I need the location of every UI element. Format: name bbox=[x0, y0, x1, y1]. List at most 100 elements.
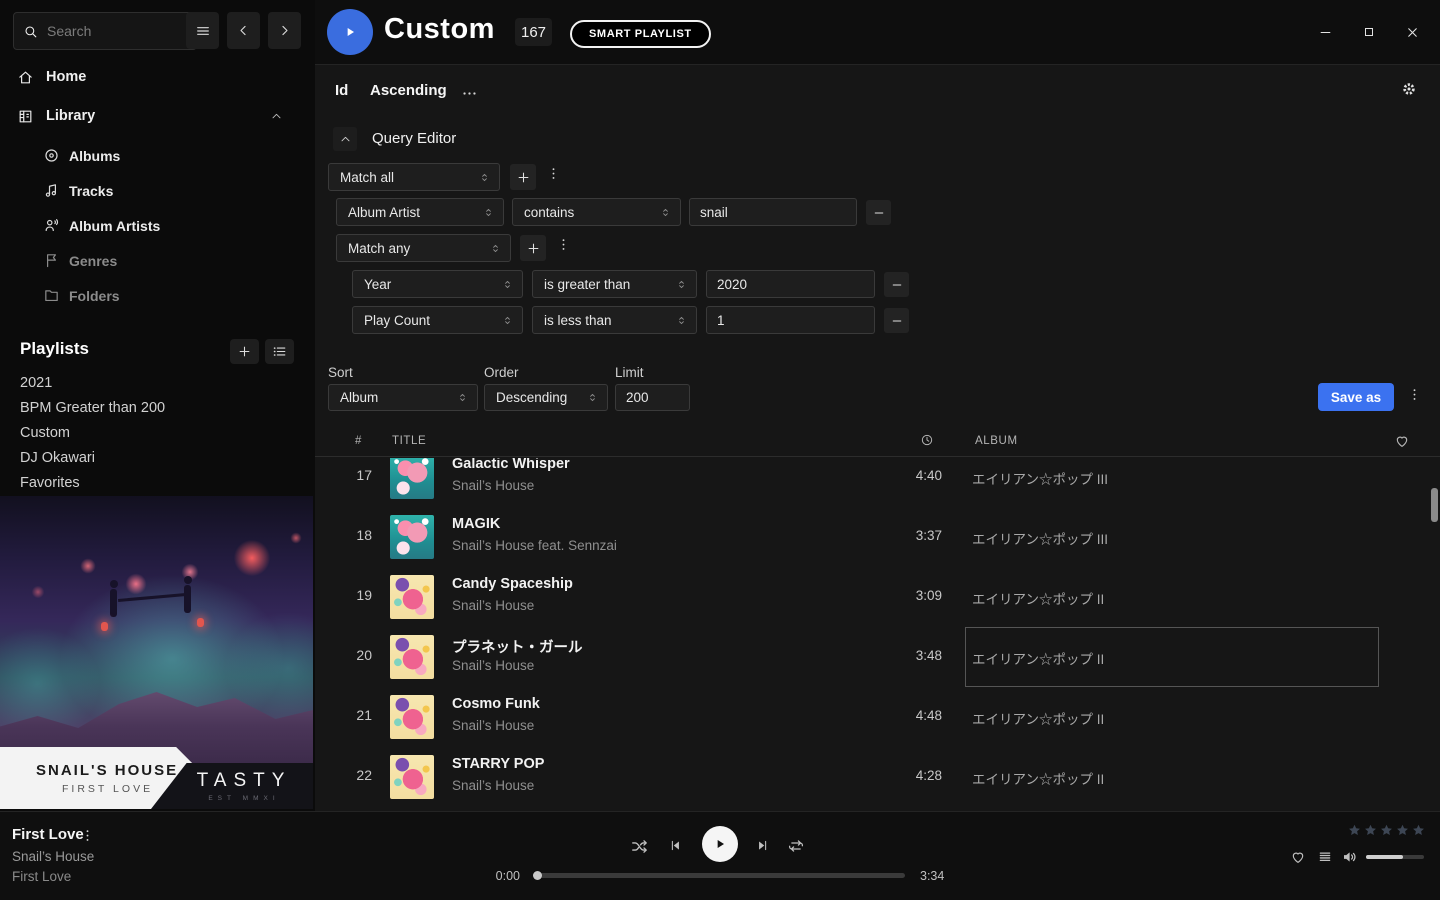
group-menu-button-2[interactable] bbox=[556, 237, 571, 255]
track-row[interactable]: 18MAGIKSnail’s House feat. Sennzai3:37エイ… bbox=[315, 507, 1440, 567]
playlist-item[interactable]: DJ Okawari bbox=[20, 445, 290, 470]
remove-rule-button[interactable] bbox=[866, 200, 891, 225]
add-rule-button-2[interactable] bbox=[520, 235, 546, 261]
chevron-right-icon bbox=[277, 23, 292, 38]
sidebar-item-genres[interactable]: Genres bbox=[0, 243, 315, 278]
playlist-item[interactable]: 2021 bbox=[20, 370, 290, 395]
rule-field-select[interactable]: Play Count bbox=[352, 306, 523, 334]
sidebar-item-album-artists[interactable]: Album Artists bbox=[0, 208, 315, 243]
sort-select[interactable]: Album bbox=[328, 384, 478, 411]
query-editor-collapse-button[interactable] bbox=[333, 127, 357, 151]
limit-input[interactable] bbox=[615, 384, 690, 411]
now-playing-menu-button[interactable] bbox=[80, 828, 95, 846]
playlist-item[interactable]: Favorites bbox=[20, 470, 290, 495]
column-album[interactable]: ALBUM bbox=[975, 435, 1018, 447]
add-rule-button-1[interactable] bbox=[510, 164, 536, 190]
search-field[interactable] bbox=[45, 22, 187, 40]
repeat-button[interactable] bbox=[787, 837, 805, 858]
sidebar-item-folders[interactable]: Folders bbox=[0, 278, 315, 313]
rule-field-select[interactable]: Album Artist bbox=[336, 198, 504, 226]
more-vertical-icon bbox=[556, 237, 571, 252]
nav-forward-button[interactable] bbox=[268, 12, 301, 49]
track-art-thumbnail bbox=[390, 635, 434, 679]
save-as-button[interactable]: Save as bbox=[1318, 383, 1394, 411]
track-row[interactable]: 22STARRY POPSnail’s House4:28エイリアン☆ポップ I… bbox=[315, 747, 1440, 807]
track-album[interactable]: エイリアン☆ポップ III bbox=[972, 468, 1108, 488]
track-album[interactable]: エイリアン☆ポップ II bbox=[972, 588, 1104, 608]
rule-field-select[interactable]: Year bbox=[352, 270, 523, 298]
star-icon[interactable] bbox=[1379, 823, 1394, 838]
now-playing-artist[interactable]: Snail’s House bbox=[12, 849, 94, 864]
home-icon bbox=[17, 69, 34, 86]
seek-handle[interactable] bbox=[533, 871, 542, 880]
hamburger-icon bbox=[195, 23, 211, 39]
window-maximize-button[interactable] bbox=[1355, 18, 1383, 46]
column-title[interactable]: TITLE bbox=[392, 435, 426, 447]
rule-operator-select[interactable]: is less than bbox=[532, 306, 697, 334]
play-pause-button[interactable] bbox=[702, 826, 738, 862]
star-icon[interactable] bbox=[1347, 823, 1362, 838]
playlist-item[interactable]: BPM Greater than 200 bbox=[20, 395, 290, 420]
scrollbar-thumb[interactable] bbox=[1431, 488, 1438, 522]
play-playlist-button[interactable] bbox=[327, 9, 373, 55]
track-album[interactable]: エイリアン☆ポップ II bbox=[972, 648, 1104, 668]
sort-field-control[interactable]: Id bbox=[335, 82, 348, 99]
sort-label: Sort bbox=[328, 365, 353, 380]
star-icon[interactable] bbox=[1363, 823, 1378, 838]
star-icon[interactable] bbox=[1411, 823, 1426, 838]
chevron-up-icon[interactable] bbox=[270, 110, 283, 123]
favorite-column-heart-icon[interactable] bbox=[1394, 433, 1410, 449]
track-row[interactable]: 21Cosmo FunkSnail’s House4:48エイリアン☆ポップ I… bbox=[315, 687, 1440, 747]
rule-operator-select[interactable]: contains bbox=[512, 198, 681, 226]
shuffle-button[interactable] bbox=[630, 837, 649, 859]
add-playlist-button[interactable] bbox=[230, 339, 259, 364]
next-track-button[interactable] bbox=[755, 838, 770, 856]
sidebar-item-albums[interactable]: Albums bbox=[0, 138, 315, 173]
queue-button[interactable] bbox=[1317, 849, 1333, 868]
select-arrows-icon bbox=[586, 391, 599, 404]
star-icon[interactable] bbox=[1395, 823, 1410, 838]
settings-gear-icon[interactable] bbox=[1400, 80, 1418, 98]
nav-back-button[interactable] bbox=[227, 12, 260, 49]
rule-value-input[interactable] bbox=[706, 270, 875, 298]
window-close-button[interactable] bbox=[1398, 18, 1426, 46]
toolbar-more-button[interactable] bbox=[461, 85, 478, 105]
volume-mute-button[interactable] bbox=[1341, 848, 1359, 869]
track-row[interactable]: 17Galactic WhisperSnail’s House4:40エイリアン… bbox=[315, 458, 1440, 507]
rule-operator-select[interactable]: is greater than bbox=[532, 270, 697, 298]
sidebar-item-home[interactable]: Home bbox=[0, 60, 315, 94]
duration-column-clock-icon[interactable] bbox=[920, 433, 934, 447]
rule-value-input[interactable] bbox=[706, 306, 875, 334]
sidebar-item-library[interactable]: Library bbox=[0, 99, 315, 133]
order-select[interactable]: Descending bbox=[484, 384, 608, 411]
menu-button[interactable] bbox=[186, 12, 219, 49]
group-menu-button-1[interactable] bbox=[546, 166, 561, 184]
window-minimize-button[interactable] bbox=[1311, 18, 1339, 46]
track-number: 20 bbox=[332, 647, 372, 663]
sidebar-item-tracks[interactable]: Tracks bbox=[0, 173, 315, 208]
now-playing-album-art[interactable]: SNAIL'S HOUSE FIRST LOVE TASTY EST MMXI bbox=[0, 496, 313, 809]
track-album[interactable]: エイリアン☆ポップ II bbox=[972, 768, 1104, 788]
match-type-select-2[interactable]: Match any bbox=[336, 234, 511, 262]
track-row[interactable]: 20プラネット・ガールSnail’s House3:48エイリアン☆ポップ II bbox=[315, 627, 1440, 687]
column-number[interactable]: # bbox=[355, 435, 362, 447]
now-playing-album[interactable]: First Love bbox=[12, 869, 71, 884]
rule-value-input[interactable] bbox=[689, 198, 857, 226]
track-album[interactable]: エイリアン☆ポップ III bbox=[972, 528, 1108, 548]
rating-stars[interactable] bbox=[1347, 823, 1426, 838]
match-type-select-1[interactable]: Match all bbox=[328, 163, 500, 191]
track-album[interactable]: エイリアン☆ポップ II bbox=[972, 708, 1104, 728]
save-menu-button[interactable] bbox=[1407, 387, 1422, 405]
seek-bar[interactable] bbox=[535, 873, 905, 878]
sort-direction-control[interactable]: Ascending bbox=[370, 82, 447, 99]
volume-slider[interactable] bbox=[1366, 855, 1424, 859]
remove-rule-button[interactable] bbox=[884, 308, 909, 333]
track-row[interactable]: 19Candy SpaceshipSnail’s House3:09エイリアン☆… bbox=[315, 567, 1440, 627]
playlists-heading: Playlists bbox=[20, 339, 89, 359]
search-input[interactable] bbox=[13, 12, 197, 50]
playlist-item[interactable]: Custom bbox=[20, 420, 290, 445]
favorite-button[interactable] bbox=[1290, 849, 1306, 868]
remove-rule-button[interactable] bbox=[884, 272, 909, 297]
manage-playlists-button[interactable] bbox=[265, 339, 294, 364]
previous-track-button[interactable] bbox=[668, 838, 683, 856]
